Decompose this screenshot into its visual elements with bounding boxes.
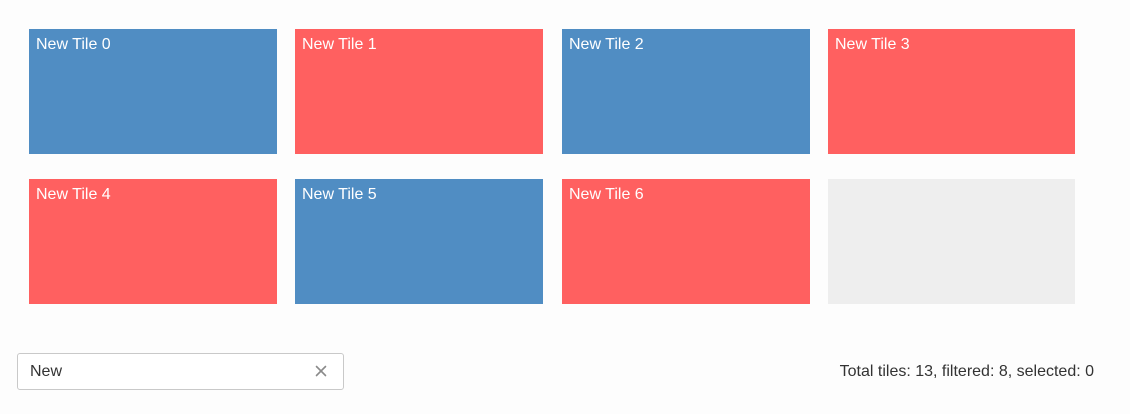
tile-new-tile-4[interactable]: New Tile 4 bbox=[29, 179, 277, 304]
close-icon[interactable] bbox=[313, 363, 329, 379]
tile-placeholder-empty bbox=[828, 179, 1075, 304]
tile-label: New Tile 2 bbox=[569, 36, 644, 53]
tile-new-tile-1[interactable]: New Tile 1 bbox=[295, 29, 543, 154]
tile-label: New Tile 5 bbox=[302, 186, 377, 203]
tile-new-tile-5[interactable]: New Tile 5 bbox=[295, 179, 543, 304]
filter-field[interactable] bbox=[17, 353, 344, 390]
tile-label: New Tile 3 bbox=[835, 36, 910, 53]
filter-input[interactable] bbox=[30, 354, 310, 389]
tile-new-tile-6[interactable]: New Tile 6 bbox=[562, 179, 810, 304]
tile-new-tile-0[interactable]: New Tile 0 bbox=[29, 29, 277, 154]
tile-label: New Tile 4 bbox=[36, 186, 111, 203]
tile-count-status: Total tiles: 13, filtered: 8, selected: … bbox=[839, 363, 1094, 380]
tile-label: New Tile 6 bbox=[569, 186, 644, 203]
tile-label: New Tile 1 bbox=[302, 36, 377, 53]
tile-new-tile-2[interactable]: New Tile 2 bbox=[562, 29, 810, 154]
tile-new-tile-3[interactable]: New Tile 3 bbox=[828, 29, 1075, 154]
tile-label: New Tile 0 bbox=[36, 36, 111, 53]
